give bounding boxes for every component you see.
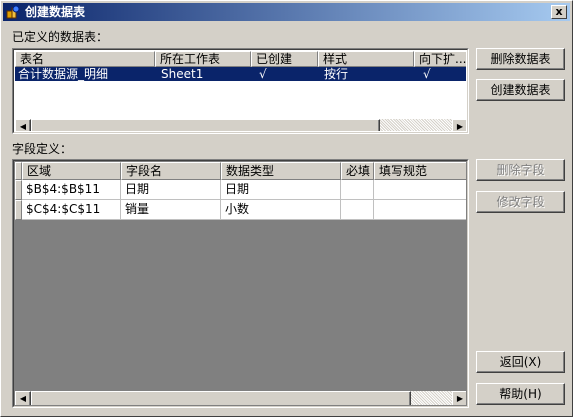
- field-grid-hscrollbar[interactable]: ◀ ▶: [15, 391, 466, 405]
- help-button[interactable]: 帮助(H): [476, 383, 565, 405]
- cell-range[interactable]: $C$4:$C$11: [22, 200, 121, 220]
- row-created-check: √: [259, 67, 267, 81]
- list-viewport: 表名 所在工作表 已创建 样式 向下扩... 合计数据源_明细 Sheet1 √…: [15, 51, 466, 131]
- row-header[interactable]: [15, 180, 22, 200]
- dialog-window: 创建数据表 x 已定义的数据表： 表名 所在工作表 已创建 样式 向下扩... …: [0, 0, 573, 417]
- row-style: 按行: [324, 67, 349, 81]
- delete-table-button[interactable]: 删除数据表: [476, 48, 565, 70]
- cell-field-name[interactable]: 日期: [121, 180, 221, 200]
- grid-viewport: 区域 字段名 数据类型 必填 填写规范 $B$4:$B$11 日期 日期 $C$…: [15, 162, 466, 405]
- scroll-right-icon: ▶: [456, 122, 464, 131]
- table-row[interactable]: 合计数据源_明细 Sheet1 √ 按行 √: [15, 67, 466, 81]
- row-worksheet: Sheet1: [161, 67, 204, 81]
- field-grid[interactable]: 区域 字段名 数据类型 必填 填写规范 $B$4:$B$11 日期 日期 $C$…: [12, 159, 469, 408]
- scroll-right-button[interactable]: ▶: [452, 391, 466, 405]
- column-header-extend-down[interactable]: 向下扩...: [414, 51, 466, 67]
- delete-field-button[interactable]: 删除字段: [476, 159, 565, 181]
- column-header-range[interactable]: 区域: [22, 162, 121, 180]
- scroll-right-icon: ▶: [456, 394, 464, 403]
- row-table-name: 合计数据源_明细: [18, 67, 109, 81]
- fields-label: 字段定义：: [12, 142, 73, 156]
- column-header-style[interactable]: 样式: [318, 51, 414, 67]
- scroll-right-button[interactable]: ▶: [452, 119, 466, 131]
- row-header[interactable]: [15, 200, 22, 220]
- column-header-table-name[interactable]: 表名: [15, 51, 155, 67]
- close-button[interactable]: x: [551, 5, 567, 19]
- back-button[interactable]: 返回(X): [476, 351, 565, 373]
- cell-spec[interactable]: [374, 180, 466, 200]
- column-header-field-name[interactable]: 字段名: [121, 162, 221, 180]
- cell-required[interactable]: [341, 180, 374, 200]
- scroll-left-icon: ◀: [19, 122, 27, 131]
- modify-field-button[interactable]: 修改字段: [476, 191, 565, 213]
- column-header-spec[interactable]: 填写规范: [374, 162, 466, 180]
- cell-required[interactable]: [341, 200, 374, 220]
- scroll-thumb[interactable]: [31, 119, 380, 131]
- scroll-left-button[interactable]: ◀: [15, 391, 31, 405]
- cell-range[interactable]: $B$4:$B$11: [22, 180, 121, 200]
- cell-spec[interactable]: [374, 200, 466, 220]
- create-table-button[interactable]: 创建数据表: [476, 79, 565, 101]
- title-bar[interactable]: 创建数据表 x: [3, 3, 570, 21]
- grid-corner: [15, 162, 22, 180]
- cell-data-type[interactable]: 日期: [221, 180, 341, 200]
- app-icon: [6, 5, 20, 19]
- column-header-created[interactable]: 已创建: [251, 51, 318, 67]
- scroll-left-button[interactable]: ◀: [15, 119, 31, 131]
- column-header-worksheet[interactable]: 所在工作表: [155, 51, 251, 67]
- defined-tables-list[interactable]: 表名 所在工作表 已创建 样式 向下扩... 合计数据源_明细 Sheet1 √…: [12, 48, 469, 134]
- cell-data-type[interactable]: 小数: [221, 200, 341, 220]
- column-header-data-type[interactable]: 数据类型: [221, 162, 341, 180]
- defined-tables-label: 已定义的数据表：: [12, 30, 109, 44]
- scroll-left-icon: ◀: [19, 394, 27, 403]
- column-header-required[interactable]: 必填: [341, 162, 374, 180]
- scroll-thumb[interactable]: [31, 391, 411, 405]
- row-extend-check: √: [423, 67, 431, 81]
- defined-tables-hscrollbar[interactable]: ◀ ▶: [15, 119, 466, 131]
- window-title: 创建数据表: [25, 5, 86, 19]
- cell-field-name[interactable]: 销量: [121, 200, 221, 220]
- close-icon: x: [555, 5, 563, 18]
